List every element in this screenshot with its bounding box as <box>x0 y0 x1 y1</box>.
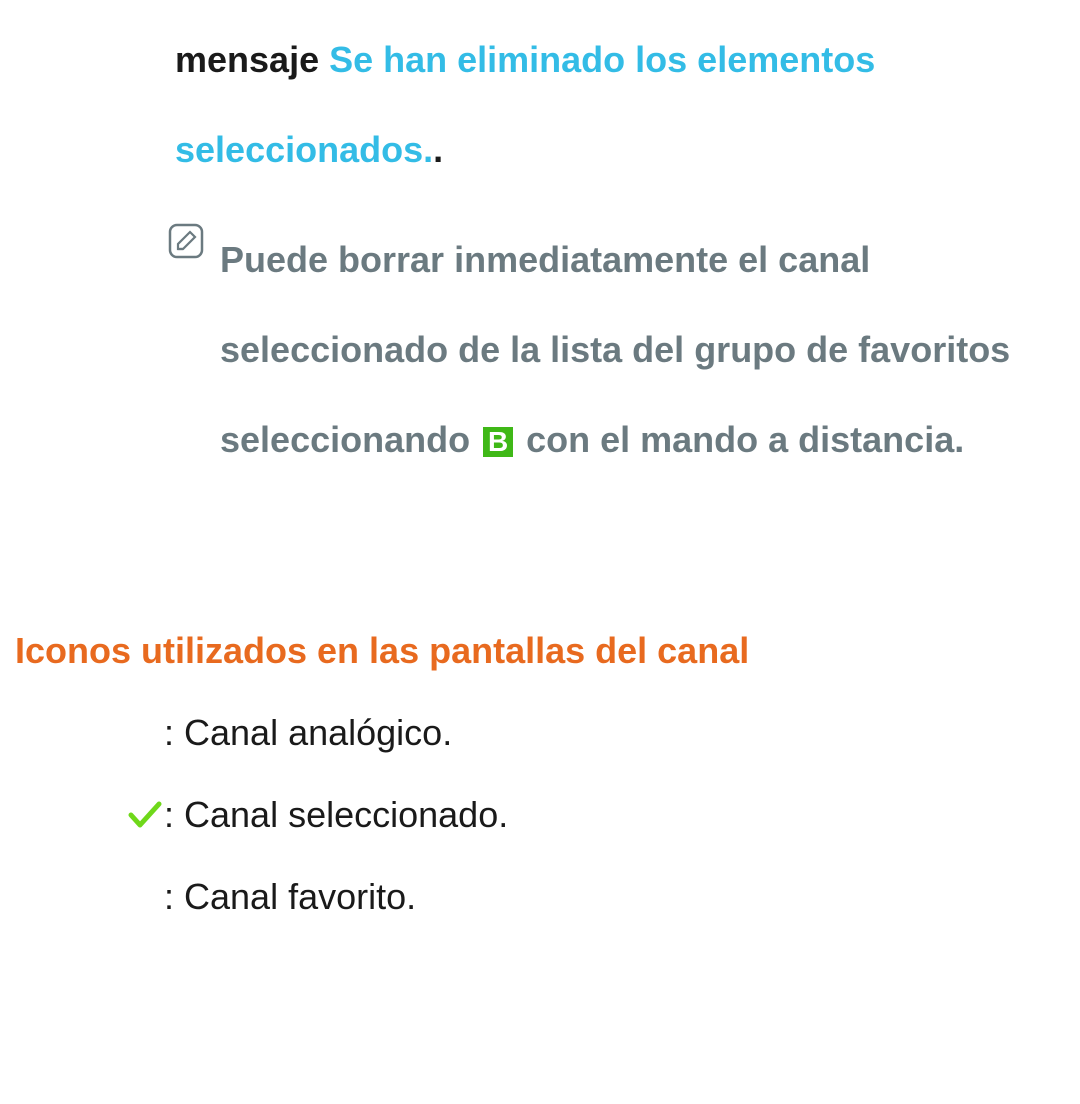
icon-item-analog: : Canal analógico. <box>114 712 1080 754</box>
note-text: Puede borrar inmediatamente el canal sel… <box>220 215 1050 485</box>
analog-label: : Canal analógico. <box>164 712 452 754</box>
section-heading: Iconos utilizados en las pantallas del c… <box>0 630 1080 672</box>
note-icon <box>168 223 204 259</box>
icon-list: : Canal analógico. : Canal seleccionado.… <box>0 712 1080 918</box>
message-line: mensaje Se han eliminado los elementos s… <box>175 15 1050 195</box>
icon-item-selected: : Canal seleccionado. <box>114 794 1080 836</box>
favorite-label: : Canal favorito. <box>164 876 416 918</box>
icon-item-favorite: : Canal favorito. <box>114 876 1080 918</box>
check-icon <box>114 800 164 830</box>
note-block: Puede borrar inmediatamente el canal sel… <box>175 215 1050 485</box>
b-button-icon: B <box>483 427 513 457</box>
message-period: . <box>433 129 443 170</box>
message-prefix: mensaje <box>175 39 329 80</box>
selected-label: : Canal seleccionado. <box>164 794 508 836</box>
note-part2: con el mando a distancia. <box>516 419 964 460</box>
